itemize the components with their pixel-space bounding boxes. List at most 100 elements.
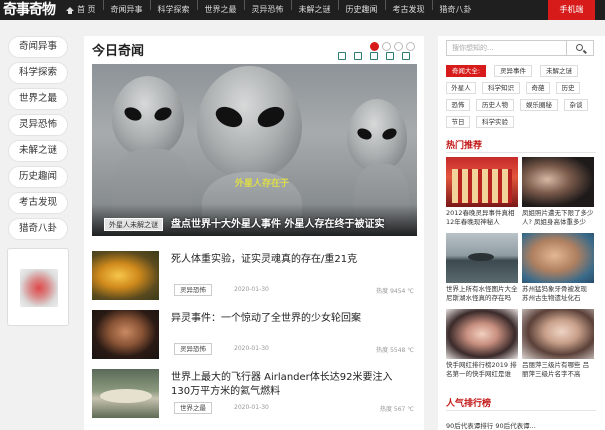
article-thumbnail[interactable] (92, 251, 159, 300)
nav-item-kaogu[interactable]: 考古发现 (393, 0, 425, 20)
nav-divider (290, 0, 292, 10)
hot-item-caption[interactable]: 苏州猛犸象牙骨被发现 苏州古生物遗址化石 (522, 285, 594, 303)
search-icon (576, 44, 583, 51)
tag-label: 奇闻大全: (446, 65, 486, 77)
hot-item-caption[interactable]: 世界上所有水怪图片大全 尼斯湖水怪真的存在吗 (446, 285, 518, 303)
tag-item[interactable]: 娱乐圈秘 (520, 99, 558, 111)
share-icon[interactable] (338, 52, 346, 60)
article-item[interactable]: 异灵事件：一个惊动了全世界的少女轮回案 灵异恐怖 2020-01-30 热度 5… (92, 310, 417, 362)
article-tag[interactable]: 世界之最 (174, 402, 212, 414)
hot-item-image[interactable] (446, 233, 518, 283)
hot-item[interactable]: 世界上所有水怪图片大全 尼斯湖水怪真的存在吗 (446, 233, 518, 303)
nav-home[interactable]: 首 页 (66, 0, 96, 20)
sidebar-item-zuizhi[interactable]: 世界之最 (8, 88, 68, 110)
nav-item-qiwen[interactable]: 奇闻异事 (111, 0, 143, 20)
sidebar-item-lingyi[interactable]: 灵异恐怖 (8, 114, 68, 136)
tag-item[interactable]: 节日 (446, 116, 470, 128)
article-heat: 热度 5548 ℃ (376, 347, 414, 354)
tag-item[interactable]: 灵异事件 (494, 65, 532, 77)
nav-item-kexue[interactable]: 科学探索 (158, 0, 190, 20)
blurred-ad-graphic (20, 269, 58, 307)
sidebar-item-qiwen[interactable]: 奇闻异事 (8, 36, 68, 58)
hot-item-image[interactable] (522, 309, 594, 359)
site-logo[interactable]: 奇事奇物 (3, 1, 56, 19)
article-item[interactable]: 世界上最大的飞行器 Airlander体长达92米要注入130万平方米的氦气燃料… (92, 369, 417, 421)
hot-item-image[interactable] (446, 157, 518, 207)
article-tag[interactable]: 灵异恐怖 (174, 284, 212, 296)
hero-category-badge[interactable]: 外星人未解之谜 (104, 218, 163, 231)
tag-item[interactable]: 杂谈 (564, 99, 588, 111)
search-input[interactable]: 搜你想知的... (446, 40, 567, 56)
hero-carousel-image[interactable]: 外星人存在于 外星人未解之谜 盘点世界十大外星人事件 外星人存在终于被证实 (92, 64, 417, 236)
tag-item[interactable]: 未解之谜 (540, 65, 578, 77)
carousel-dot-3[interactable] (394, 42, 403, 51)
article-title[interactable]: 死人体重实验，证实灵魂真的存在/重21克 (171, 253, 415, 267)
divider (446, 152, 596, 153)
sidebar-item-weijie[interactable]: 未解之谜 (8, 140, 68, 162)
hot-item[interactable]: 快手网红排行榜2019 排名第一的快手网红是谁 (446, 309, 518, 379)
nav-item-lieqi[interactable]: 猎奇八卦 (440, 0, 472, 20)
carousel-dot-1[interactable] (370, 42, 379, 51)
right-sidebar: 搜你想知的... 奇闻大全: 灵异事件 未解之谜 外星人 科学知识 奇葩 历史 … (438, 36, 605, 430)
hot-item-caption[interactable]: 2012春晚灵异事件真相 12年春晚现神秘人 (446, 209, 518, 227)
hot-section-title: 热门推荐 (446, 141, 483, 151)
home-icon (66, 6, 74, 14)
carousel-dot-2[interactable] (382, 42, 391, 51)
qrcode-icon[interactable] (370, 52, 378, 60)
article-date: 2020-01-30 (234, 345, 269, 352)
article-heat: 热度 567 ℃ (379, 406, 414, 413)
hero-title[interactable]: 盘点世界十大外星人事件 外星人存在终于被证实 (171, 215, 384, 230)
hot-item-image[interactable] (522, 233, 594, 283)
tag-item[interactable]: 奇葩 (526, 82, 550, 94)
article-title[interactable]: 世界上最大的飞行器 Airlander体长达92米要注入130万平方米的氦气燃料 (171, 371, 401, 399)
tag-item[interactable]: 历史人物 (476, 99, 514, 111)
copy-icon[interactable] (386, 52, 394, 60)
main-nav: 首 页 奇闻异事 科学探索 世界之最 灵异恐怖 未解之谜 历史趣闻 考古发现 猎… (66, 0, 472, 20)
sidebar-item-lishi[interactable]: 历史趣闻 (8, 166, 68, 188)
hot-item[interactable]: 吕丽萍三级片有哪些 吕丽萍三级片名字不高 (522, 309, 594, 379)
article-title[interactable]: 异灵事件：一个惊动了全世界的少女轮回案 (171, 312, 415, 326)
hot-item[interactable]: 2012春晚灵异事件真相 12年春晚现神秘人 (446, 157, 518, 227)
search-button[interactable] (567, 40, 594, 56)
main-content: 今日奇闻 外星人存在于 外星人未解之谜 盘点世界十大外星人事件 外星人存在终于被… (84, 36, 424, 430)
nav-item-zuizhi[interactable]: 世界之最 (205, 0, 237, 20)
alien-figure (197, 66, 302, 178)
tag-item[interactable]: 科学知识 (482, 82, 520, 94)
sidebar-item-kaogu[interactable]: 考古发现 (8, 192, 68, 214)
section-title: 今日奇闻 (92, 44, 145, 59)
hot-item-caption[interactable]: 凤姐照片遭无下限了多少 人? 凤姐身高体重多少 (522, 209, 594, 227)
sidebar-ad-image[interactable] (7, 248, 69, 326)
sidebar-item-kexue[interactable]: 科学探索 (8, 62, 68, 84)
ranking-item[interactable]: 90后代表谭排行 90后代表谭... (446, 420, 536, 430)
hot-item[interactable]: 凤姐照片遭无下限了多少 人? 凤姐身高体重多少 (522, 157, 594, 227)
nav-item-lishi[interactable]: 历史趣闻 (346, 0, 378, 20)
hot-item-caption[interactable]: 快手网红排行榜2019 排名第一的快手网红是谁 (446, 361, 518, 379)
carousel-dot-4[interactable] (406, 42, 415, 51)
tag-item[interactable]: 恐怖 (446, 99, 470, 111)
nav-item-lingyi[interactable]: 灵异恐怖 (252, 0, 284, 20)
nav-item-weijie[interactable]: 未解之谜 (299, 0, 331, 20)
expand-icon[interactable] (354, 52, 362, 60)
hot-item-image[interactable] (446, 309, 518, 359)
article-item[interactable]: 死人体重实验，证实灵魂真的存在/重21克 灵异恐怖 2020-01-30 热度 … (92, 251, 417, 303)
article-heat: 热度 9454 ℃ (376, 288, 414, 295)
tag-item[interactable]: 科学实验 (476, 116, 514, 128)
nav-divider (243, 0, 245, 10)
article-tag[interactable]: 灵异恐怖 (174, 343, 212, 355)
mobile-site-button[interactable]: 手机端 (548, 0, 595, 20)
hot-item-caption[interactable]: 吕丽萍三级片有哪些 吕丽萍三级片名字不高 (522, 361, 594, 379)
left-category-nav: 奇闻异事 科学探索 世界之最 灵异恐怖 未解之谜 历史趣闻 考古发现 猎奇八卦 (5, 36, 71, 326)
nav-divider (431, 0, 433, 10)
article-date: 2020-01-30 (234, 286, 269, 293)
tag-item[interactable]: 历史 (556, 82, 580, 94)
settings-icon[interactable] (402, 52, 410, 60)
hot-item[interactable]: 苏州猛犸象牙骨被发现 苏州古生物遗址化石 (522, 233, 594, 303)
sidebar-item-lieqi[interactable]: 猎奇八卦 (8, 218, 68, 240)
article-date: 2020-01-30 (234, 404, 269, 411)
tag-item[interactable]: 外星人 (446, 82, 476, 94)
nav-divider (149, 0, 151, 10)
article-thumbnail[interactable] (92, 310, 159, 359)
article-thumbnail[interactable] (92, 369, 159, 418)
alien-figure (112, 76, 184, 156)
hot-item-image[interactable] (522, 157, 594, 207)
